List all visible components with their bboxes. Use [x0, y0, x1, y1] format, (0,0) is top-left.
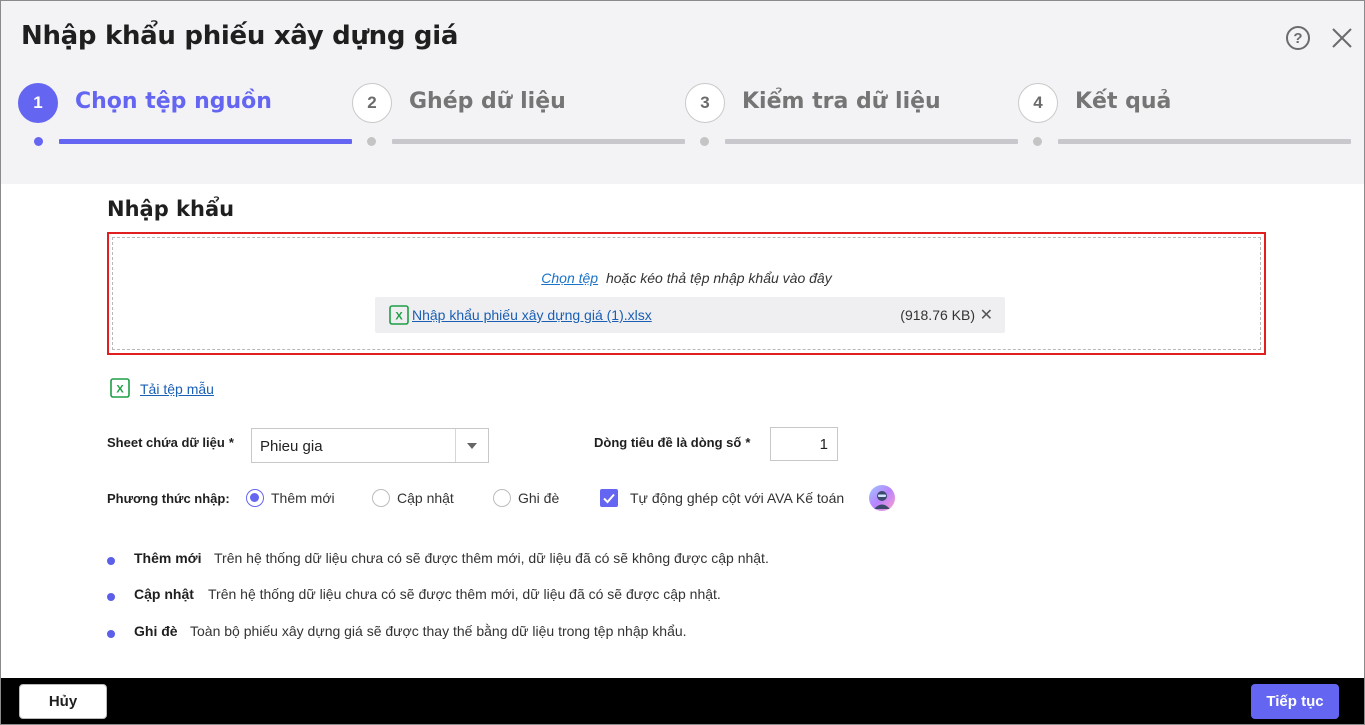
- download-template-link[interactable]: Tải tệp mẫu: [140, 381, 214, 397]
- dialog-title: Nhập khẩu phiếu xây dựng giá: [21, 21, 459, 51]
- cancel-button[interactable]: Hủy: [19, 684, 107, 719]
- bullet-dot: [107, 593, 115, 601]
- method-label: Phương thức nhập:: [107, 491, 230, 506]
- step-label: Kiểm tra dữ liệu: [742, 89, 941, 114]
- drop-hint-text: hoặc kéo thả tệp nhập khẩu vào đây: [605, 270, 832, 286]
- step-progress-bar: [1058, 139, 1351, 144]
- description-text: Trên hệ thống dữ liệu chưa có sẽ được th…: [208, 586, 721, 602]
- bullet-dot: [107, 557, 115, 565]
- step-label: Chọn tệp nguồn: [75, 89, 272, 114]
- header-row-label-text: Dòng tiêu đề là dòng số: [594, 435, 742, 450]
- close-icon[interactable]: [1329, 25, 1355, 51]
- radio-button[interactable]: [493, 489, 511, 507]
- dropzone-inner: Chọn tệp hoặc kéo thả tệp nhập khẩu vào …: [112, 237, 1261, 350]
- sheet-label: Sheet chứa dữ liệu *: [107, 435, 234, 450]
- auto-match-checkbox[interactable]: [600, 489, 618, 507]
- file-name-link[interactable]: Nhập khẩu phiếu xây dựng giá (1).xlsx: [412, 307, 652, 323]
- required-mark: *: [228, 435, 234, 450]
- step-progress-bar: [725, 139, 1018, 144]
- radio-label: Ghi đè: [518, 490, 560, 506]
- step-progress-dot: [1033, 137, 1042, 146]
- excel-file-icon: X: [389, 305, 409, 325]
- sheet-select-value: Phieu gia: [260, 438, 323, 455]
- radio-label: Thêm mới: [271, 490, 335, 506]
- step-progress-dot: [367, 137, 376, 146]
- radio-button[interactable]: [246, 489, 264, 507]
- dialog-header: Nhập khẩu phiếu xây dựng giá ? 1 Chọn tệ…: [1, 1, 1364, 184]
- description-text: Trên hệ thống dữ liệu chưa có sẽ được th…: [214, 550, 769, 566]
- bullet-dot: [107, 630, 115, 638]
- check-icon: [603, 493, 615, 504]
- next-button[interactable]: Tiếp tục: [1251, 684, 1339, 719]
- help-icon[interactable]: ?: [1286, 26, 1310, 50]
- svg-text:X: X: [395, 311, 403, 323]
- ava-assistant-avatar: [869, 485, 895, 511]
- step-number: 4: [1018, 83, 1058, 123]
- svg-text:X: X: [116, 384, 124, 396]
- excel-file-icon: X: [110, 378, 130, 398]
- file-size: (918.76 KB): [900, 307, 975, 323]
- file-dropzone[interactable]: Chọn tệp hoặc kéo thả tệp nhập khẩu vào …: [107, 232, 1266, 355]
- section-title: Nhập khẩu: [107, 197, 235, 221]
- selected-file-row: X Nhập khẩu phiếu xây dựng giá (1).xlsx …: [375, 297, 1005, 333]
- remove-file-icon[interactable]: ✕: [980, 305, 993, 325]
- step-progress-dot: [34, 137, 43, 146]
- sheet-label-text: Sheet chứa dữ liệu: [107, 435, 225, 450]
- select-divider: [455, 429, 456, 462]
- description-title: Cập nhật: [134, 586, 194, 602]
- step-number: 1: [18, 83, 58, 123]
- dialog-footer: Hủy Tiếp tục: [1, 678, 1364, 724]
- choose-file-link[interactable]: Chọn tệp: [541, 270, 598, 286]
- step-label: Kết quả: [1075, 89, 1172, 114]
- radio-button[interactable]: [372, 489, 390, 507]
- description-text: Toàn bộ phiếu xây dựng giá sẽ được thay …: [190, 623, 687, 639]
- auto-match-label: Tự động ghép cột với AVA Kế toán: [630, 490, 845, 506]
- step-number: 2: [352, 83, 392, 123]
- description-title: Thêm mới: [134, 550, 202, 566]
- header-row-input[interactable]: 1: [770, 427, 838, 461]
- drop-hint: Chọn tệp hoặc kéo thả tệp nhập khẩu vào …: [113, 270, 1260, 286]
- step-progress-dot: [700, 137, 709, 146]
- description-title: Ghi đè: [134, 623, 178, 639]
- import-dialog: Nhập khẩu phiếu xây dựng giá ? 1 Chọn tệ…: [0, 0, 1365, 725]
- required-mark: *: [745, 435, 751, 450]
- step-number: 3: [685, 83, 725, 123]
- header-row-label: Dòng tiêu đề là dòng số *: [594, 435, 750, 450]
- step-progress-bar: [59, 139, 352, 144]
- chevron-down-icon[interactable]: [467, 443, 477, 449]
- step-progress-bar: [392, 139, 685, 144]
- robot-avatar-icon: [874, 491, 890, 509]
- radio-label: Cập nhật: [397, 490, 454, 506]
- sheet-select[interactable]: Phieu gia: [251, 428, 489, 463]
- step-label: Ghép dữ liệu: [409, 89, 566, 114]
